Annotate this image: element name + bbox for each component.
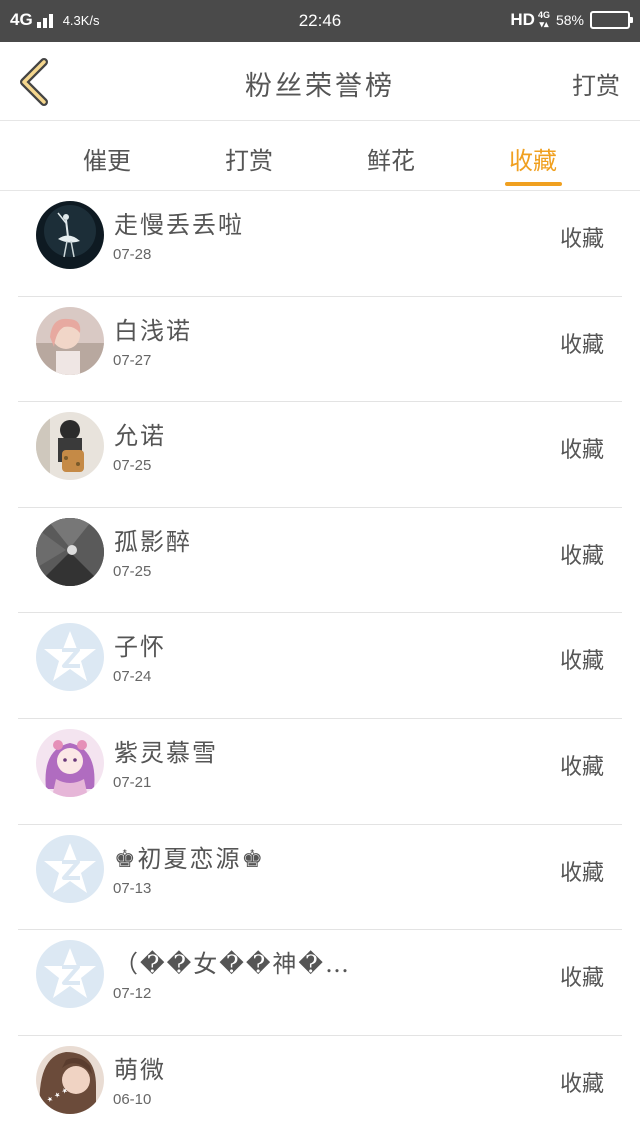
favorite-date: 07-13 bbox=[113, 879, 152, 897]
user-name: 白浅诺 bbox=[114, 316, 192, 345]
list-item[interactable]: 白浅诺 07-27 收藏 bbox=[0, 297, 640, 403]
reward-button[interactable]: 打赏 bbox=[572, 66, 620, 101]
user-name: ♚初夏恋源♚ bbox=[114, 844, 266, 873]
favorite-label: 收藏 bbox=[559, 860, 604, 886]
page-title: 粉丝荣誉榜 bbox=[245, 71, 395, 102]
avatar[interactable] bbox=[36, 306, 104, 375]
nav-header: 粉丝荣誉榜 打赏 bbox=[0, 42, 640, 120]
list-item[interactable]: （��女��神�… 07-12 收藏 bbox=[0, 930, 640, 1036]
user-name: 子怀 bbox=[114, 633, 166, 662]
favorite-label: 收藏 bbox=[559, 966, 604, 992]
user-name: 允诺 bbox=[114, 422, 166, 451]
list-item[interactable]: 走慢丢丢啦 07-28 收藏 bbox=[0, 191, 640, 297]
default-avatar-icon[interactable] bbox=[36, 834, 104, 903]
network-small-indicator: 4G ▾▴ bbox=[537, 10, 550, 29]
favorite-label: 收藏 bbox=[559, 227, 604, 252]
tab-reward[interactable]: 打赏 bbox=[204, 141, 294, 176]
user-name: 走慢丢丢啦 bbox=[114, 211, 244, 239]
favorite-label: 收藏 bbox=[559, 755, 604, 780]
favorite-label: 收藏 bbox=[559, 438, 604, 464]
favorite-date: 07-12 bbox=[113, 985, 152, 1003]
favorite-label: 收藏 bbox=[559, 649, 604, 675]
avatar[interactable] bbox=[36, 412, 104, 481]
tab-favorites[interactable]: 收藏 bbox=[488, 141, 578, 176]
favorite-label: 收藏 bbox=[559, 332, 604, 358]
favorite-date: 06-10 bbox=[113, 1090, 152, 1108]
user-name: 孤影醉 bbox=[114, 527, 192, 556]
list-item[interactable]: 孤影醉 07-25 收藏 bbox=[0, 508, 640, 614]
favorite-date: 07-24 bbox=[113, 668, 152, 686]
favorite-date: 07-21 bbox=[113, 774, 152, 791]
battery-icon bbox=[590, 11, 633, 29]
favorite-date: 07-28 bbox=[113, 246, 152, 263]
user-name: 紫灵慕雪 bbox=[114, 739, 218, 767]
default-avatar-icon[interactable] bbox=[36, 940, 104, 1009]
status-right: HD 4G ▾▴ 58% bbox=[510, 10, 633, 30]
avatar[interactable] bbox=[36, 517, 104, 586]
favorite-label: 收藏 bbox=[559, 543, 604, 569]
favorite-date: 07-27 bbox=[113, 351, 152, 369]
list-item[interactable]: 允诺 07-25 收藏 bbox=[0, 402, 640, 508]
user-name: 萌微 bbox=[114, 1055, 166, 1084]
user-name: （��女��神�… bbox=[114, 950, 352, 979]
avatar[interactable] bbox=[36, 201, 104, 269]
list-item[interactable]: 子怀 07-24 收藏 bbox=[0, 613, 640, 719]
favorite-label: 收藏 bbox=[559, 1071, 604, 1097]
avatar[interactable] bbox=[36, 729, 104, 797]
hd-indicator: HD bbox=[510, 10, 535, 29]
status-bar: 4G 4.3K/s 22:46 HD 4G ▾▴ 58% bbox=[0, 0, 640, 42]
tab-bar: 催更 打赏 鲜花 收藏 bbox=[0, 121, 640, 190]
list-item[interactable]: ★ ★ ★ 萌微 06-10 收藏 bbox=[0, 1036, 640, 1138]
favorite-date: 07-25 bbox=[113, 562, 152, 580]
battery-percent: 58% bbox=[555, 12, 584, 28]
list-item[interactable]: ♚初夏恋源♚ 07-13 收藏 bbox=[0, 825, 640, 931]
tab-flowers[interactable]: 鲜花 bbox=[346, 141, 436, 176]
tab-urge[interactable]: 催更 bbox=[62, 141, 152, 176]
active-tab-indicator bbox=[505, 182, 562, 186]
default-avatar-icon[interactable] bbox=[36, 623, 104, 692]
list-item[interactable]: 紫灵慕雪 07-21 收藏 bbox=[0, 719, 640, 825]
avatar[interactable]: ★ ★ ★ bbox=[36, 1045, 104, 1114]
favorite-date: 07-25 bbox=[113, 457, 152, 475]
